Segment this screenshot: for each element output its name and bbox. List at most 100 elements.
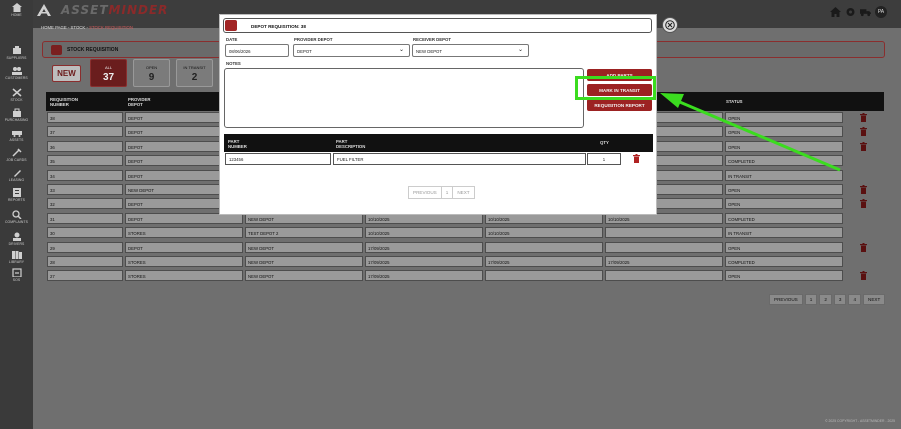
sidebar-item-stock[interactable]: Stock	[0, 88, 33, 102]
cell-status: OPEN	[725, 241, 843, 253]
sidebar-item-home[interactable]: Home	[0, 3, 33, 17]
table-row[interactable]: 28 STORES NEW DEPOT 17/09/2025 17/09/2025 17/…	[46, 255, 884, 268]
pager-page[interactable]: 4	[848, 294, 861, 305]
filter-in-transit[interactable]: IN TRANSIT 2	[176, 59, 213, 87]
receiver-depot-label: RECEIVER DEPOT	[413, 37, 451, 42]
pager-page[interactable]: 2	[819, 294, 832, 305]
sidebar-item-assets[interactable]: Assets	[0, 128, 33, 142]
logo-text-part2: MINDER	[108, 3, 169, 17]
leasing-icon	[13, 170, 21, 177]
cell-status: OPEN	[725, 270, 843, 282]
sidebar-item-drivers[interactable]: Drivers	[0, 232, 33, 246]
cell-date1: 17/09/2025	[365, 256, 483, 267]
filter-all[interactable]: ALL 37	[90, 59, 127, 87]
modal-pager-page[interactable]: 1	[442, 187, 454, 198]
gear-icon[interactable]	[845, 7, 856, 17]
cell-num: 33	[47, 184, 123, 195]
cell-status: COMPLETED	[725, 212, 843, 224]
filter-open[interactable]: OPEN 9	[133, 59, 170, 87]
depot-requisition-modal: DEPOT REQUISITION: 38 DATE 08/06/2026 PR…	[219, 14, 657, 215]
new-requisition-button[interactable]: NEW	[52, 65, 81, 82]
delete-trash-icon[interactable]	[860, 199, 867, 209]
filter-label: OPEN	[145, 65, 158, 70]
suppliers-icon	[12, 46, 21, 54]
delete-trash-icon[interactable]	[860, 127, 867, 137]
sidebar-item-leasing[interactable]: Leasing	[0, 168, 33, 182]
modal-pager-next[interactable]: NEXT	[453, 187, 473, 198]
close-icon	[665, 20, 675, 30]
cell-date1: 17/09/2025	[365, 241, 483, 253]
sidebar-item-suppliers[interactable]: Suppliers	[0, 46, 33, 60]
table-row[interactable]: 27 STORES NEW DEPOT 17/09/2025 OPEN	[46, 269, 884, 282]
cell-date3	[605, 241, 723, 253]
delete-trash-icon[interactable]	[860, 185, 867, 194]
breadcrumb-current: STOCK REQUISITION	[89, 25, 133, 30]
filter-label: ALL	[104, 65, 113, 70]
assets-icon	[11, 131, 22, 137]
col-part-description: PART DESCRIPTION	[336, 139, 365, 149]
table-row[interactable]: 30 STORES TEST DEPOT 2 10/10/2025 10/10/2025…	[46, 226, 884, 239]
breadcrumb-stock[interactable]: STOCK	[71, 25, 86, 30]
sidebar-item-label: SOS	[12, 278, 21, 282]
col-provider-depot[interactable]: PROVIDER DEPOT	[128, 97, 150, 107]
sidebar-item-complaints[interactable]: Complaints	[0, 210, 33, 224]
pager-next[interactable]: NEXT	[863, 294, 886, 305]
sidebar-item-label: Complaints	[4, 220, 29, 224]
qty-input[interactable]: 1	[587, 153, 621, 165]
requisition-report-button[interactable]: REQUISITION REPORT	[587, 99, 652, 111]
cell-receiver: NEW DEPOT	[245, 256, 363, 267]
sidebar-item-library[interactable]: Library	[0, 250, 33, 264]
cell-provider: STORES	[125, 256, 243, 267]
cell-num: 36	[47, 140, 123, 152]
stock-icon	[12, 88, 21, 97]
cell-date3	[605, 270, 723, 282]
parts-table-header: PART NUMBER PART DESCRIPTION QTY	[224, 134, 653, 152]
delete-trash-icon[interactable]	[860, 113, 867, 122]
cell-date1: 10/10/2025	[365, 227, 483, 239]
provider-depot-select[interactable]: DEPOT	[293, 44, 410, 57]
cell-num: 28	[47, 256, 123, 267]
sidebar-item-purchasing[interactable]: Purchasing	[0, 108, 33, 122]
delete-trash-icon[interactable]	[860, 141, 867, 151]
sidebar-item-job-cards[interactable]: Job Cards	[0, 148, 33, 162]
modal-pager-previous[interactable]: PREVIOUS	[409, 187, 442, 198]
cell-num: 30	[47, 227, 123, 239]
home-icon[interactable]	[830, 7, 841, 17]
col-qty: QTY	[600, 140, 609, 145]
cell-provider: STORES	[125, 270, 243, 282]
filter-label: IN TRANSIT	[183, 65, 206, 70]
pager-page[interactable]: 1	[804, 294, 818, 305]
pager-page[interactable]: 3	[833, 294, 847, 305]
delete-trash-icon[interactable]	[860, 242, 867, 252]
notes-textarea[interactable]	[224, 68, 584, 128]
breadcrumb: HOME PAGE - STOCK - STOCK REQUISITION	[41, 25, 133, 30]
cell-provider: DEPOT	[125, 241, 243, 253]
date-input[interactable]: 08/06/2026	[225, 44, 289, 57]
complaints-icon	[11, 210, 22, 219]
sidebar-item-sos[interactable]: SOS	[0, 268, 33, 282]
col-requisition-number[interactable]: REQUISITION NUMBER	[50, 97, 78, 107]
cell-date1: 17/09/2025	[365, 270, 483, 282]
header-text: DEPOT	[128, 102, 143, 107]
pager-previous[interactable]: PREVIOUS	[769, 294, 803, 305]
drivers-icon	[12, 232, 21, 241]
delete-part-trash-icon[interactable]	[633, 154, 640, 163]
user-avatar[interactable]: PA	[875, 6, 887, 18]
breadcrumb-home[interactable]: HOME PAGE	[41, 25, 67, 30]
table-row[interactable]: 29 DEPOT NEW DEPOT 17/09/2025 OPEN	[46, 241, 884, 254]
sidebar-item-reports[interactable]: Reports	[0, 188, 33, 202]
sidebar-item-customers[interactable]: Customers	[0, 66, 33, 80]
header-text: NUMBER	[50, 102, 69, 107]
truck-icon[interactable]	[860, 7, 871, 17]
cell-date2	[485, 270, 603, 282]
sos-icon	[11, 268, 22, 277]
filter-count: 2	[191, 72, 198, 83]
receiver-depot-select[interactable]: NEW DEPOT	[412, 44, 529, 57]
col-part-number: PART NUMBER	[228, 139, 247, 149]
date-label: DATE	[226, 37, 238, 42]
delete-trash-icon[interactable]	[860, 271, 867, 281]
sidebar-item-label: Reports	[7, 198, 26, 202]
close-modal-button[interactable]	[662, 17, 678, 33]
sidebar-item-label: Customers	[5, 76, 28, 80]
highlight-box	[575, 76, 656, 100]
